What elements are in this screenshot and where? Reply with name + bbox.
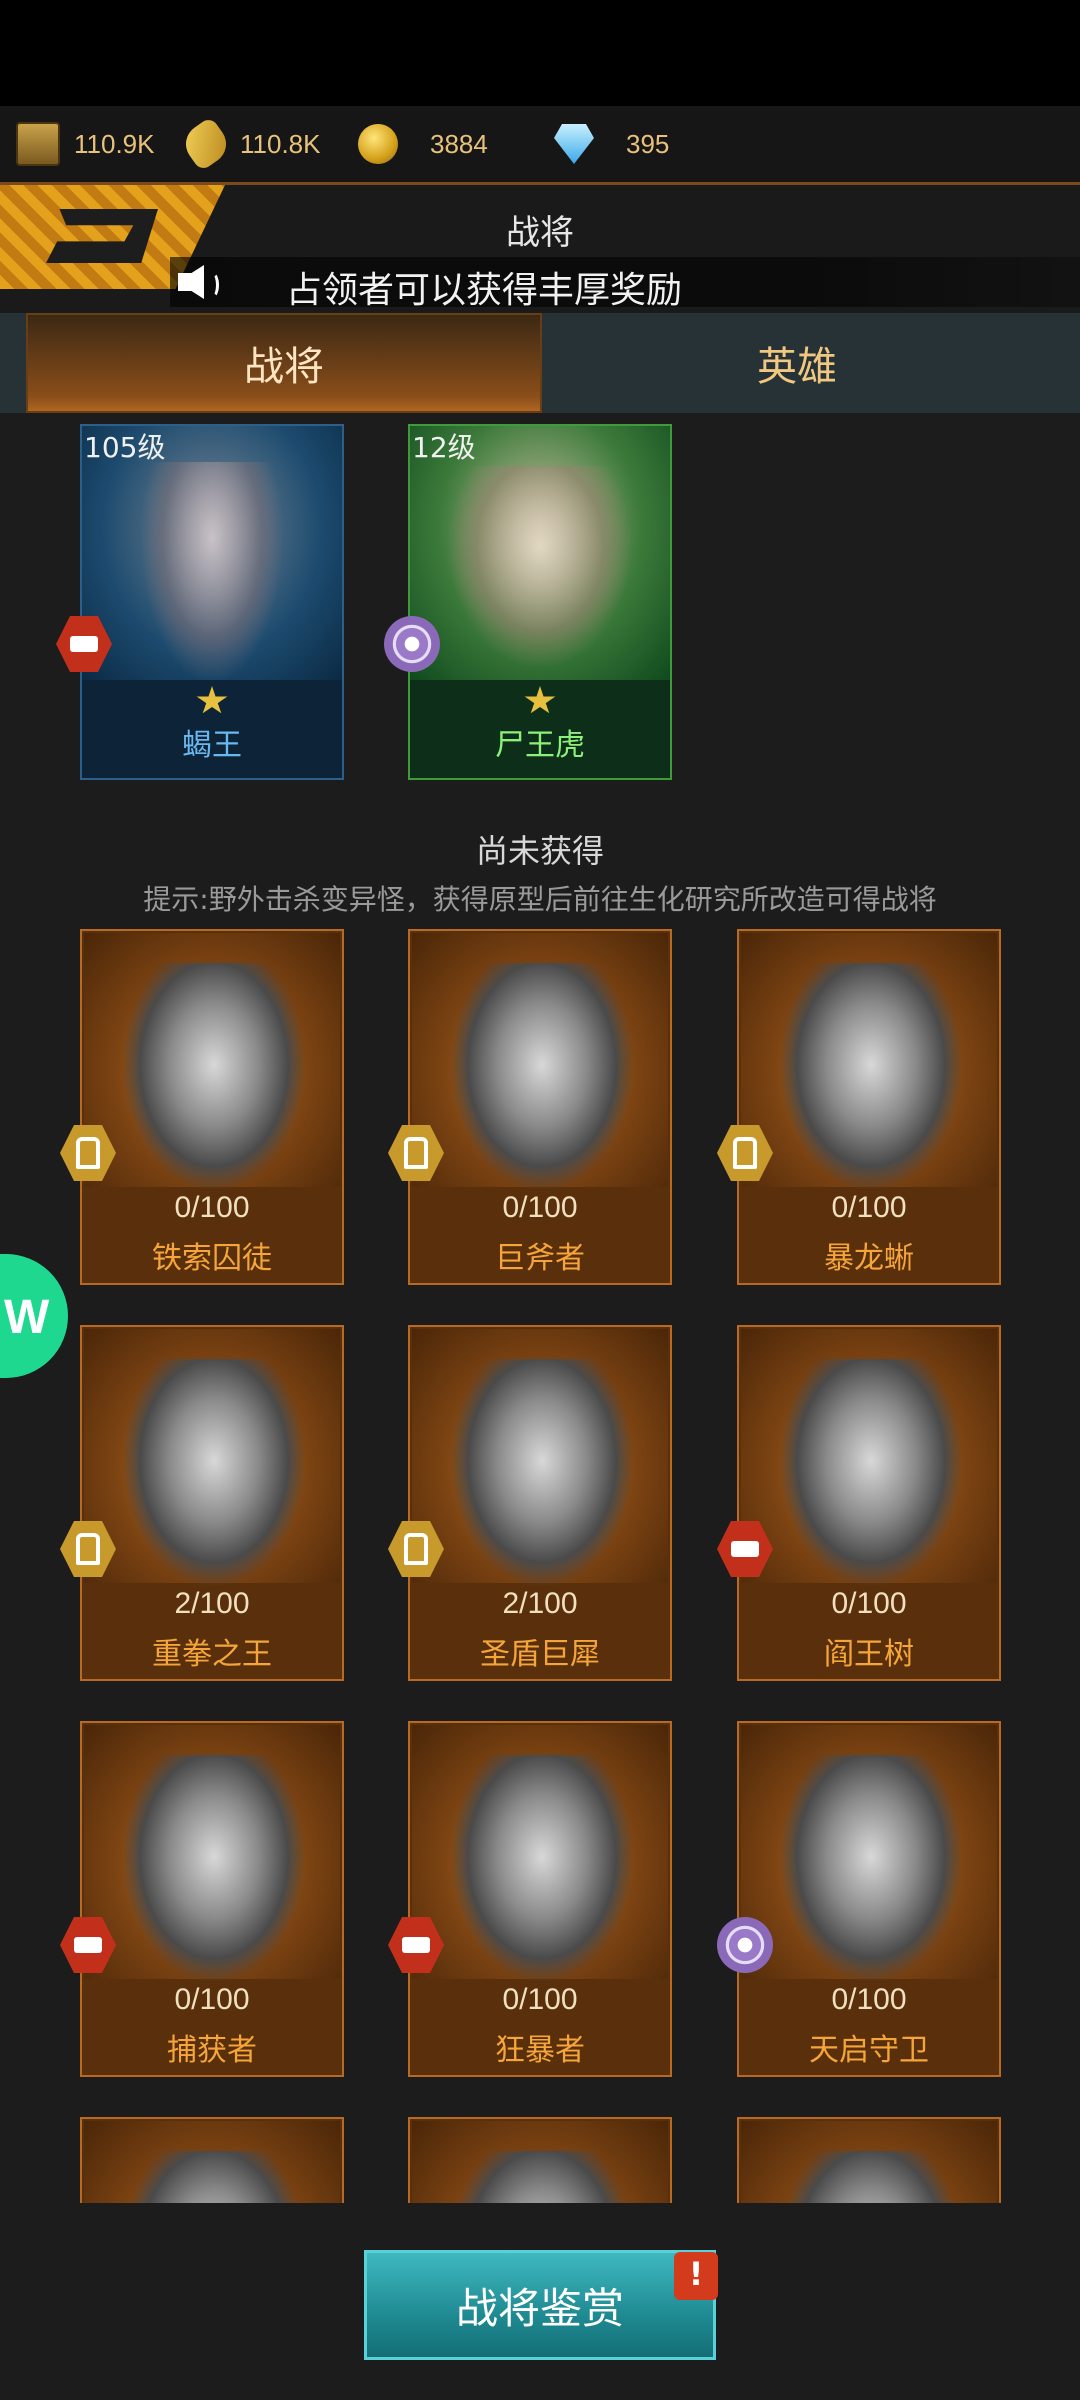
tab-heroes[interactable]: 英雄 — [542, 313, 1052, 413]
shard-progress: 0/100 — [502, 1191, 578, 1224]
resource-crate[interactable]: 110.9K — [16, 122, 154, 166]
purple-badge-icon — [717, 1917, 773, 1973]
general-portrait — [741, 933, 997, 1189]
resource-value: 110.8K — [240, 128, 321, 159]
general-name: 重拳之王 — [152, 1637, 272, 1672]
general-portrait — [84, 2121, 340, 2203]
shard-progress: 0/100 — [831, 1587, 907, 1620]
coin-icon — [358, 124, 398, 164]
general-name: 暴龙蜥 — [824, 1241, 914, 1276]
resource-bar: 110.9K 110.8K 3884 395 — [0, 106, 1080, 185]
section-title: 尚未获得 — [475, 832, 604, 870]
title-bar: 战将 占领者可以获得丰厚奖励 — [0, 185, 1080, 313]
general-name: 巨斧者 — [495, 1241, 585, 1276]
general-level: 12级 — [412, 431, 476, 464]
general-portrait — [741, 2121, 997, 2203]
announcement-text: 占领者可以获得丰厚奖励 — [286, 270, 683, 311]
shard-progress: 0/100 — [174, 1983, 250, 2016]
unowned-general-card[interactable]: 0/100 暴龙蜥 — [717, 929, 1001, 1285]
general-level: 105级 — [84, 431, 166, 464]
owned-general-card[interactable]: 105级 蝎王 — [56, 424, 344, 780]
general-name: 天启守卫 — [809, 2033, 929, 2068]
general-name: 尸王虎 — [495, 728, 585, 763]
unowned-general-card[interactable] — [408, 2117, 672, 2203]
resource-diamond[interactable]: 395 — [554, 122, 669, 166]
general-portrait — [84, 1725, 340, 1981]
general-name: 圣盾巨犀 — [480, 1637, 600, 1672]
resource-value: 3884 — [430, 128, 488, 159]
general-portrait — [412, 933, 668, 1189]
unowned-general-card[interactable]: 0/100 天启守卫 — [717, 1721, 1001, 2077]
hint-text: 提示:野外击杀变异怪，获得原型后前往生化研究所改造可得战将 — [143, 883, 937, 916]
alert-badge-icon: ! — [674, 2252, 718, 2300]
resource-coin[interactable]: 3884 — [358, 122, 488, 166]
general-portrait — [741, 1329, 997, 1585]
general-gallery-button[interactable]: 战将鉴赏 — [364, 2250, 716, 2360]
general-name: 狂暴者 — [495, 2033, 585, 2068]
general-name: 捕获者 — [167, 2033, 257, 2068]
announcement-banner: 占领者可以获得丰厚奖励 — [170, 257, 1080, 311]
shard-progress: 0/100 — [502, 1983, 578, 2016]
resource-ammo[interactable]: 110.8K — [178, 116, 321, 172]
general-portrait — [412, 2121, 668, 2203]
unowned-general-card[interactable]: 2/100 圣盾巨犀 — [388, 1325, 672, 1681]
shard-progress: 2/100 — [174, 1587, 250, 1620]
unowned-general-card[interactable] — [80, 2117, 344, 2203]
shard-progress: 0/100 — [831, 1191, 907, 1224]
general-portrait — [412, 1329, 668, 1585]
general-portrait — [741, 1725, 997, 1981]
tab-generals[interactable]: 战将 — [26, 313, 542, 413]
tab-bar: 战将 英雄 — [0, 313, 1080, 413]
owned-general-card[interactable]: 12级 尸王虎 — [384, 424, 672, 780]
general-name: 铁索囚徒 — [152, 1241, 272, 1276]
unowned-general-card[interactable]: 0/100 巨斧者 — [388, 929, 672, 1285]
shard-progress: 2/100 — [502, 1587, 578, 1620]
general-portrait — [84, 1329, 340, 1585]
ammo-icon — [178, 116, 234, 172]
general-portrait — [412, 1725, 668, 1981]
unowned-general-card[interactable]: 0/100 捕获者 — [60, 1721, 344, 2077]
unowned-general-card[interactable] — [737, 2117, 1001, 2203]
general-portrait — [84, 933, 340, 1189]
resource-value: 110.9K — [74, 128, 155, 159]
shard-progress: 0/100 — [174, 1191, 250, 1224]
shard-progress: 0/100 — [831, 1983, 907, 2016]
general-name: 阎王树 — [824, 1637, 914, 1672]
speaker-icon — [178, 265, 219, 299]
crate-icon — [16, 122, 60, 166]
diamond-icon — [554, 124, 594, 164]
assistant-logo-icon: W — [4, 1291, 50, 1344]
unowned-general-card[interactable]: 0/100 阎王树 — [717, 1325, 1001, 1681]
purple-badge-icon — [384, 616, 440, 672]
status-bar — [0, 0, 1080, 106]
general-grid[interactable]: 0/100 铁索囚徒 0/100 巨斧者 0/100 暴龙蜥 2/100 重拳之… — [0, 925, 1080, 2203]
unowned-general-card[interactable]: 2/100 重拳之王 — [60, 1325, 344, 1681]
general-name: 蝎王 — [182, 728, 242, 763]
resource-value: 395 — [626, 128, 670, 159]
unowned-general-card[interactable]: 0/100 狂暴者 — [388, 1721, 672, 2077]
page-title: 战将 — [506, 213, 574, 253]
unowned-general-card[interactable]: 0/100 铁索囚徒 — [60, 929, 344, 1285]
